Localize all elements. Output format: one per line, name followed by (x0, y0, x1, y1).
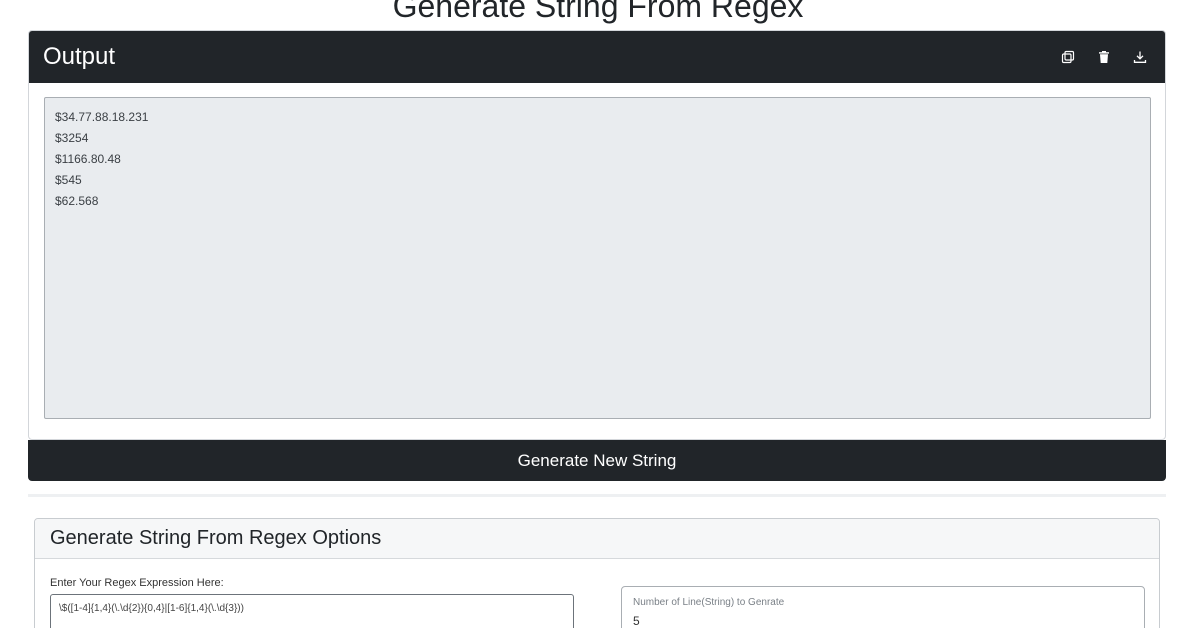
line-count-field[interactable]: Number of Line(String) to Genrate 5 (621, 586, 1145, 628)
download-icon[interactable] (1129, 46, 1151, 68)
page-title: Generate String From Regex (392, 0, 804, 24)
options-card: Generate String From Regex Options Enter… (34, 518, 1160, 628)
output-actions (1057, 46, 1151, 68)
output-card: Output $34.77.88.18.231 $3254 $1166.80.4… (28, 30, 1166, 440)
output-header: Output (29, 31, 1165, 83)
copy-icon[interactable] (1057, 46, 1079, 68)
regex-label: Enter Your Regex Expression Here: (50, 577, 224, 589)
page: Generate String From Regex Output $34.77… (0, 0, 1196, 628)
section-divider (28, 494, 1166, 497)
trash-icon[interactable] (1093, 46, 1115, 68)
generate-new-string-button[interactable]: Generate New String (28, 440, 1166, 481)
line-count-value[interactable]: 5 (633, 614, 640, 628)
output-title: Output (43, 43, 116, 70)
output-textarea[interactable]: $34.77.88.18.231 $3254 $1166.80.48 $545 … (44, 97, 1151, 419)
options-title: Generate String From Regex Options (35, 519, 1159, 559)
line-count-label: Number of Line(String) to Genrate (633, 597, 785, 608)
regex-input[interactable]: \$([1-4]{1,4}(\.\d{2}){0,4}|[1-6]{1,4}(\… (50, 594, 574, 628)
